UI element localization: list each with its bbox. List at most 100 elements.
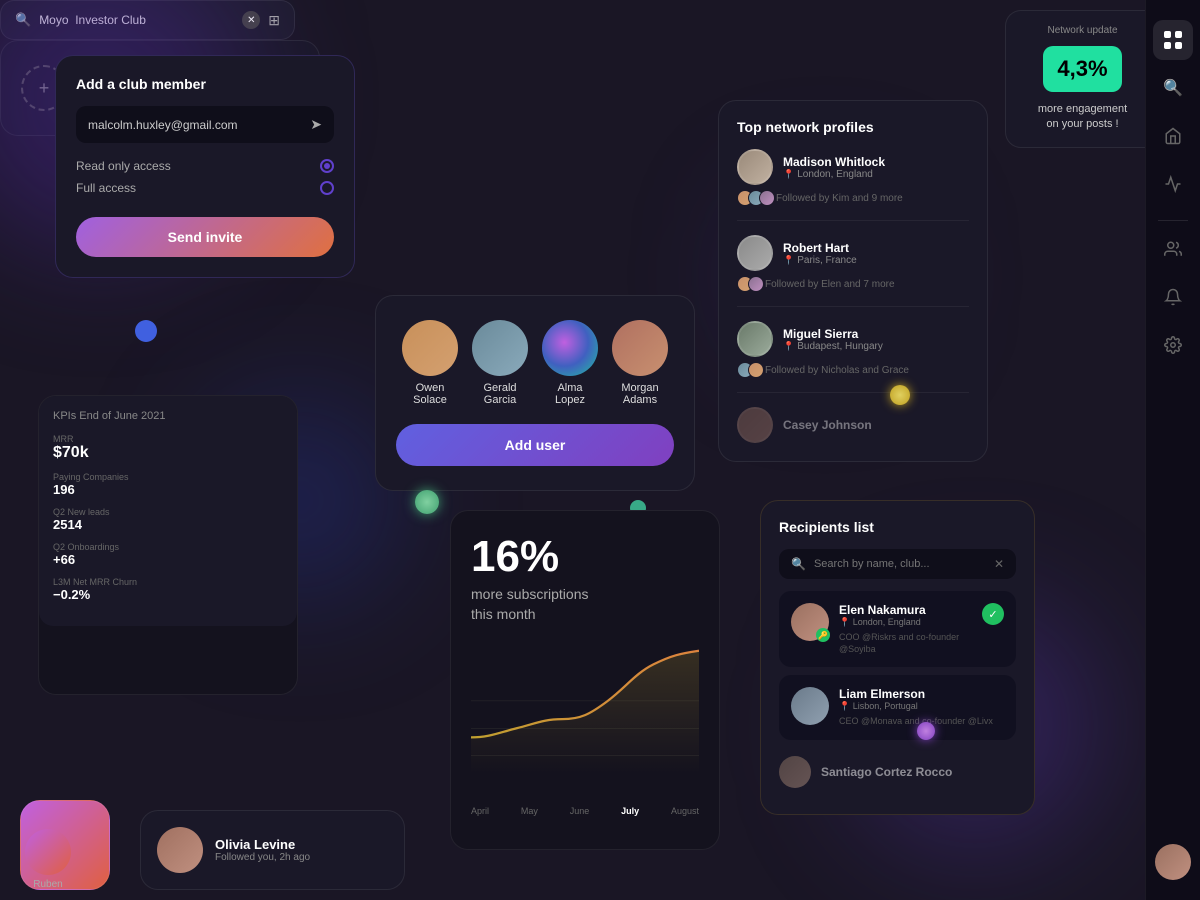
kpi-churn: L3M Net MRR Churn −0.2% — [53, 577, 283, 602]
kpi-overlay: KPIs End of June 2021 MRR $70k Paying Co… — [39, 396, 297, 626]
recipient-location-liam: 📍 Lisbon, Portugal — [839, 701, 1004, 712]
profile-item-robert: Robert Hart 📍Paris, France Followed by E… — [737, 235, 969, 307]
subs-description: more subscriptionsthis month — [471, 585, 699, 624]
avatar-madison[interactable] — [737, 149, 773, 185]
profile-item-casey-partial: Casey Johnson — [737, 407, 969, 443]
profile-location-miguel: 📍Budapest, Hungary — [783, 341, 969, 352]
olivia-levine-sub: Followed you, 2h ago — [215, 852, 310, 863]
kpi-label-mrr: MRR — [53, 434, 283, 444]
micro-avatar-r2 — [748, 276, 764, 292]
sidebar-nav-search[interactable]: 🔍 — [1153, 68, 1193, 108]
month-june: June — [570, 806, 590, 816]
network-update-percent: 4,3% — [1043, 46, 1121, 92]
avatar-ruben[interactable] — [25, 829, 71, 875]
recipients-clear-icon[interactable]: ✕ — [994, 557, 1004, 571]
user-name-alma: AlmaLopez — [555, 382, 585, 406]
add-user-button[interactable]: Add user — [396, 424, 674, 466]
recipient-item-liam[interactable]: Liam Elmerson 📍 Lisbon, Portugal CEO @Mo… — [779, 675, 1016, 740]
full-access-radio[interactable] — [320, 181, 334, 195]
followed-avatars-m — [737, 362, 759, 378]
profile-name-miguel: Miguel Sierra — [783, 327, 969, 341]
filter-button[interactable]: ⊞ — [268, 12, 280, 29]
search-input[interactable] — [39, 13, 234, 27]
recipient-name-elen: Elen Nakamura — [839, 603, 972, 617]
users-row: OwenSolace GeraldGarcia AlmaLopez Morgan… — [396, 320, 674, 406]
network-update-desc: more engagementon your posts ! — [1020, 102, 1145, 133]
followed-avatars — [737, 190, 770, 206]
ruben-partial: Ruben — [25, 829, 71, 890]
followed-text-madison: Followed by Kim and 9 more — [776, 193, 903, 204]
avatar-owen[interactable] — [402, 320, 458, 376]
profile-location-madison: 📍London, England — [783, 169, 969, 180]
recipient-item-santiago-partial: Santiago Cortez Rocco — [779, 748, 1016, 796]
profile-followed-robert: Followed by Elen and 7 more — [737, 276, 969, 292]
network-update-label: Network update — [1020, 25, 1145, 36]
users-icon — [1164, 240, 1182, 258]
followed-text-miguel: Followed by Nicholas and Grace — [765, 365, 909, 376]
avatar-liam — [791, 687, 829, 725]
subs-percent: 16% — [471, 535, 699, 579]
full-access-row: Full access — [76, 181, 334, 195]
avatar-gerald[interactable] — [472, 320, 528, 376]
bell-icon — [1164, 288, 1182, 306]
profile-item-miguel: Miguel Sierra 📍Budapest, Hungary Followe… — [737, 321, 969, 393]
profile-top-madison: Madison Whitlock 📍London, England — [737, 149, 969, 185]
profile-info-miguel: Miguel Sierra 📍Budapest, Hungary — [783, 327, 969, 352]
recipient-item-elen[interactable]: 🔑 Elen Nakamura 📍 London, England COO @R… — [779, 591, 1016, 667]
settings-icon — [1164, 336, 1182, 354]
read-only-access-row: Read only access — [76, 159, 334, 173]
glow-orb-center — [415, 490, 439, 514]
sidebar-nav-users[interactable] — [1153, 229, 1193, 269]
user-name-gerald: GeraldGarcia — [483, 382, 516, 406]
send-icon: ➤ — [310, 116, 322, 133]
month-may: May — [521, 806, 538, 816]
micro-avatar-m2 — [748, 362, 764, 378]
clear-search-button[interactable]: ✕ — [242, 11, 260, 29]
recipient-location-elen: 📍 London, England — [839, 617, 972, 628]
user-item-gerald: GeraldGarcia — [472, 320, 528, 406]
month-april: April — [471, 806, 489, 816]
kpi-label-companies: Paying Companies — [53, 472, 283, 482]
ruben-name: Ruben — [33, 879, 62, 890]
recipients-search-bar: 🔍 ✕ — [779, 549, 1016, 579]
sidebar-nav-settings[interactable] — [1153, 325, 1193, 365]
location-icon-r: 📍 — [783, 255, 794, 266]
kpi-value-companies: 196 — [53, 482, 283, 497]
recipients-search-input[interactable] — [814, 558, 986, 570]
kpi-leads: Q2 New leads 2514 — [53, 507, 283, 532]
add-member-title: Add a club member — [76, 76, 334, 92]
kpi-mrr: MRR $70k — [53, 434, 283, 462]
olivia-levine-name: Olivia Levine — [215, 837, 310, 852]
sidebar-nav-grid[interactable] — [1153, 20, 1193, 60]
chart-icon — [1164, 175, 1182, 193]
avatar-robert[interactable] — [737, 235, 773, 271]
subs-months: April May June July August — [471, 806, 699, 816]
network-profiles-card: Top network profiles Madison Whitlock 📍L… — [718, 100, 988, 462]
profile-name-casey: Casey Johnson — [783, 418, 872, 432]
recipient-check-elen[interactable]: ✓ — [982, 603, 1004, 625]
glow-orb-right — [890, 385, 910, 405]
avatar-miguel[interactable] — [737, 321, 773, 357]
avatar-santiago — [779, 756, 811, 788]
email-input[interactable] — [88, 118, 310, 132]
followed-avatars-r — [737, 276, 759, 292]
sidebar-user-avatar[interactable] — [1155, 844, 1191, 880]
subscriptions-card: 16% more subscriptionsthis month — [450, 510, 720, 850]
send-invite-button[interactable]: Send invite — [76, 217, 334, 257]
profile-item-madison: Madison Whitlock 📍London, England Follow… — [737, 149, 969, 221]
sidebar-nav-chart[interactable] — [1153, 164, 1193, 204]
subs-chart — [471, 640, 699, 780]
sidebar-nav-home[interactable] — [1153, 116, 1193, 156]
avatar-olivia-levine[interactable] — [157, 827, 203, 873]
add-member-card: Add a club member ➤ Read only access Ful… — [55, 55, 355, 278]
profile-info-robert: Robert Hart 📍Paris, France — [783, 241, 969, 266]
sidebar-nav-bell[interactable] — [1153, 277, 1193, 317]
profile-top-miguel: Miguel Sierra 📍Budapest, Hungary — [737, 321, 969, 357]
olivia-levine-card: Olivia Levine Followed you, 2h ago — [140, 810, 405, 890]
kpi-onboardings: Q2 Onboardings +66 — [53, 542, 283, 567]
avatar-morgan[interactable] — [612, 320, 668, 376]
read-only-radio[interactable] — [320, 159, 334, 173]
kpi-value-mrr: $70k — [53, 444, 283, 462]
full-access-label: Full access — [76, 181, 136, 195]
avatar-alma[interactable] — [542, 320, 598, 376]
